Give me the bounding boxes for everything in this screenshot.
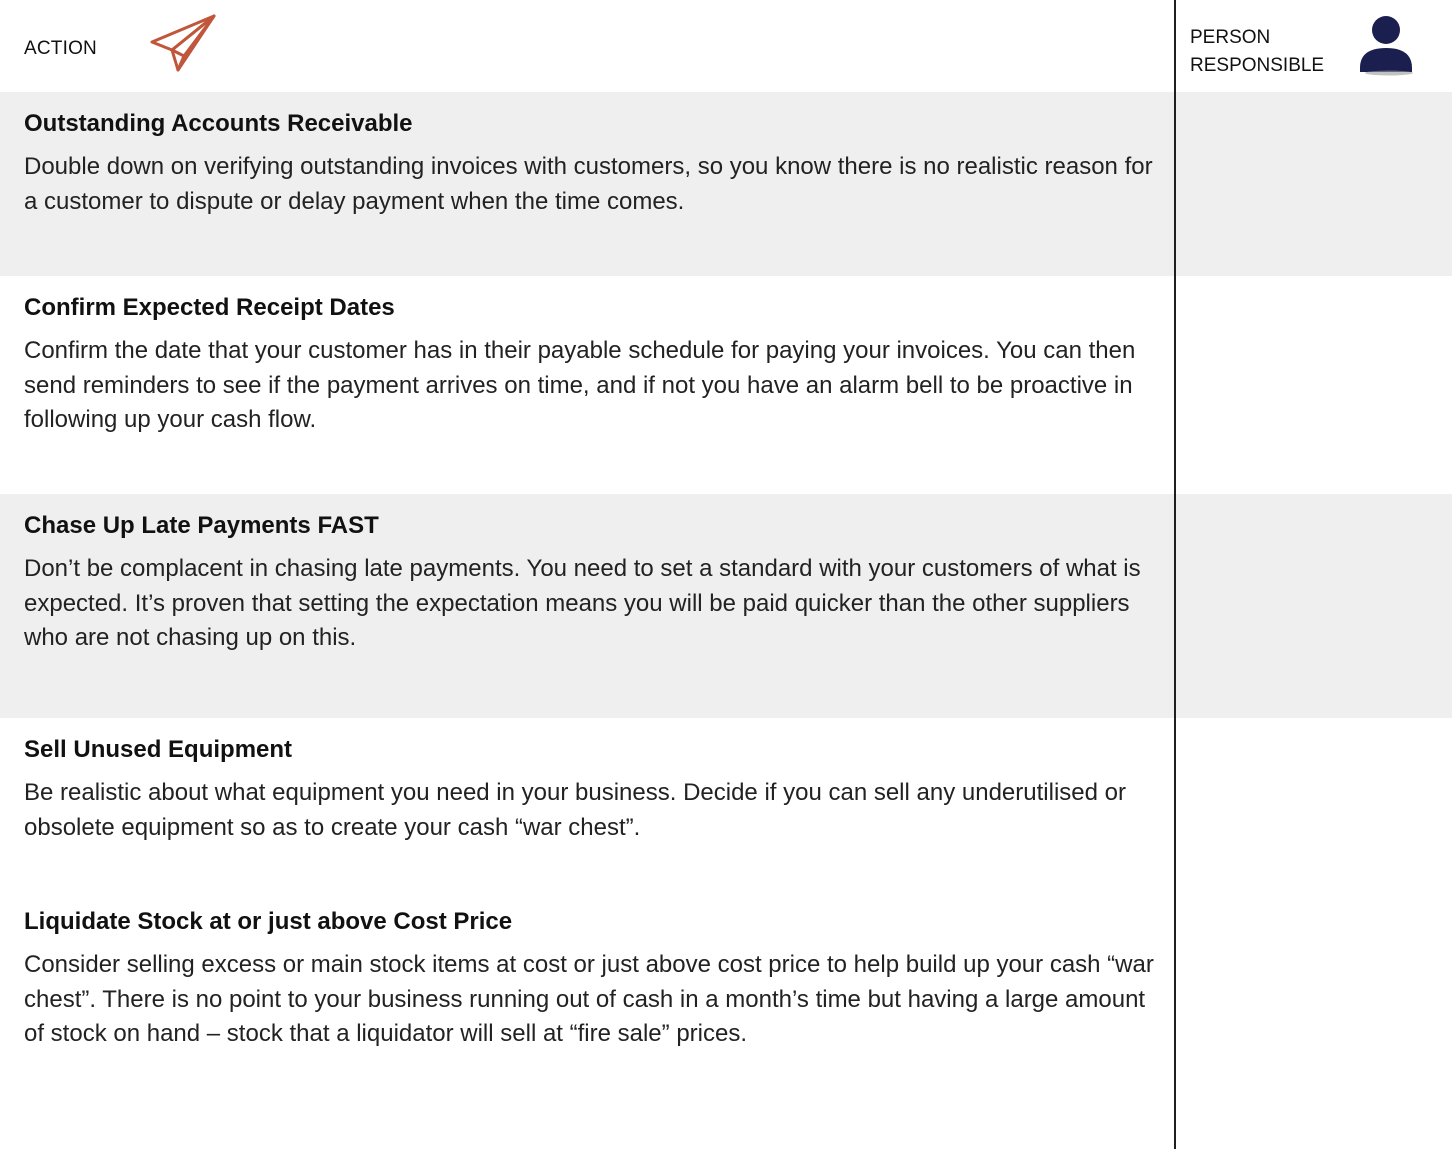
- action-description: Double down on verifying outstanding inv…: [24, 153, 1153, 215]
- person-responsible-cell[interactable]: [1176, 890, 1452, 1149]
- paper-plane-icon: [150, 14, 216, 72]
- action-row: Chase Up Late Payments FAST Don’t be com…: [0, 494, 1452, 718]
- action-row: Sell Unused Equipment Be realistic about…: [0, 718, 1452, 890]
- action-row: Confirm Expected Receipt Dates Confirm t…: [0, 276, 1452, 494]
- column-divider: [1174, 0, 1176, 1149]
- action-description: Confirm the date that your customer has …: [24, 337, 1136, 433]
- action-row: Outstanding Accounts Receivable Double d…: [0, 92, 1452, 276]
- action-title: Outstanding Accounts Receivable: [24, 110, 413, 137]
- person-responsible-cell[interactable]: [1176, 276, 1452, 494]
- person-header-line-1: PERSON: [1190, 27, 1271, 48]
- action-description: Consider selling excess or main stock it…: [24, 951, 1154, 1047]
- person-responsible-cell[interactable]: [1176, 494, 1452, 718]
- action-title: Sell Unused Equipment: [24, 736, 293, 763]
- person-responsible-cell[interactable]: [1176, 718, 1452, 890]
- action-description: Don’t be complacent in chasing late paym…: [24, 555, 1141, 651]
- action-title: Confirm Expected Receipt Dates: [24, 294, 395, 321]
- person-icon: [1360, 16, 1413, 76]
- action-description: Be realistic about what equipment you ne…: [24, 779, 1126, 841]
- action-title: Chase Up Late Payments FAST: [24, 512, 379, 539]
- action-column-header: ACTION: [24, 38, 97, 59]
- action-row: Liquidate Stock at or just above Cost Pr…: [0, 890, 1452, 1149]
- action-title: Liquidate Stock at or just above Cost Pr…: [24, 908, 513, 935]
- person-responsible-cell[interactable]: [1176, 92, 1452, 276]
- person-responsible-column-header: PERSON RESPONSIBLE: [1190, 24, 1324, 80]
- table-header: ACTION PERSON RESPONSIBLE: [0, 0, 1452, 92]
- person-header-line-2: RESPONSIBLE: [1190, 55, 1325, 76]
